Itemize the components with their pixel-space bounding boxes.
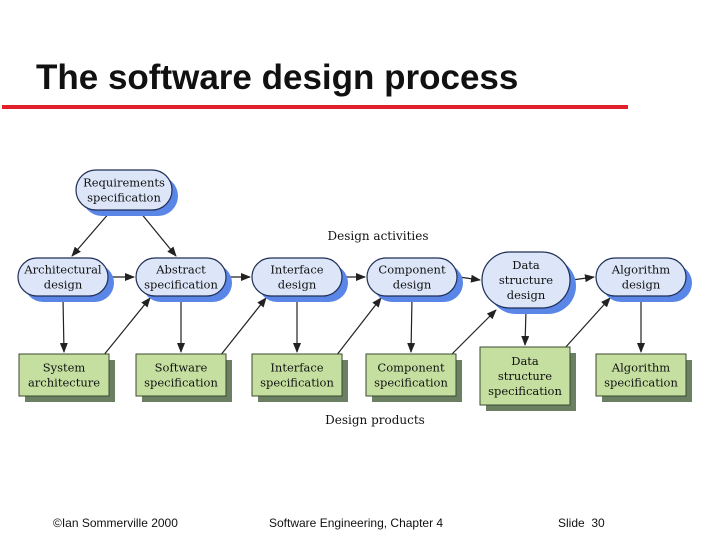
- product-node-label: specification: [488, 384, 562, 398]
- arrow-compd-to-compspec: [407, 297, 416, 353]
- activity-node-label: design: [44, 278, 83, 292]
- product-node-label: Interface: [270, 361, 323, 375]
- product-node-label: specification: [604, 376, 678, 390]
- activity-node-label: specification: [144, 278, 218, 292]
- product-node-label: Component: [377, 361, 445, 375]
- activity-node-label: design: [622, 278, 661, 292]
- product-node-algspec: Algorithmspecification: [595, 353, 692, 402]
- product-node-label: System: [43, 361, 86, 375]
- product-node-label: architecture: [28, 376, 100, 390]
- start-node-label: Requirements: [83, 176, 165, 190]
- start-node-label: specification: [87, 191, 161, 205]
- activity-node-label: Architectural: [23, 263, 102, 277]
- product-node-label: specification: [260, 376, 334, 390]
- start-node-req: Requirementsspecification: [75, 169, 178, 216]
- product-node-label: Software: [155, 361, 208, 375]
- arrow-arch-to-sysarch: [59, 297, 68, 353]
- arrow-req-to-arch: [71, 211, 111, 257]
- design-activities-label: Design activities: [327, 229, 428, 243]
- product-node-intspec: Interfacespecification: [251, 353, 348, 402]
- activity-node-label: Interface: [270, 263, 323, 277]
- arrow-sysarch-to-abs: [102, 297, 151, 357]
- arrow-intspec-to-compd: [335, 297, 382, 357]
- product-node-label: Algorithm: [611, 361, 670, 375]
- activity-node-label: Abstract: [155, 263, 206, 277]
- footer-copyright: ©Ian Sommerville 2000: [53, 516, 178, 530]
- product-node-label: specification: [144, 376, 218, 390]
- activity-node-intd: Interfacedesign: [251, 257, 348, 302]
- activity-node-abs: Abstractspecification: [135, 257, 232, 302]
- product-node-sysarch: Systemarchitecture: [18, 353, 115, 402]
- design-products-label: Design products: [325, 413, 425, 427]
- activity-node-label: Algorithm: [611, 263, 670, 277]
- activity-node-label: Data: [512, 258, 540, 272]
- activity-node-compd: Componentdesign: [366, 257, 463, 302]
- activity-node-datad: Datastructuredesign: [481, 251, 576, 314]
- activity-node-label: design: [507, 288, 546, 302]
- activity-node-arch: Architecturaldesign: [17, 257, 114, 302]
- product-node-dataspec: Datastructurespecification: [479, 346, 576, 411]
- footer-slide-number: 30: [591, 516, 605, 530]
- footer-slide: Slide 30: [558, 516, 605, 530]
- product-node-swspec: Softwarespecification: [135, 353, 232, 402]
- activity-node-label: design: [393, 278, 432, 292]
- activity-node-algd: Algorithmdesign: [595, 257, 692, 302]
- product-node-label: specification: [374, 376, 448, 390]
- activity-node-label: design: [278, 278, 317, 292]
- footer-book: Software Engineering, Chapter 4: [269, 516, 444, 530]
- product-node-compspec: Componentspecification: [365, 353, 462, 402]
- activity-node-label: structure: [499, 273, 553, 287]
- node-layer: RequirementsspecificationArchitecturalde…: [17, 169, 692, 411]
- product-node-label: Data: [511, 354, 539, 368]
- arrow-swspec-to-intd: [219, 297, 267, 357]
- product-node-label: structure: [498, 369, 552, 383]
- arrow-chain-datad-algd: [571, 274, 595, 283]
- activity-node-label: Component: [378, 263, 446, 277]
- arrow-req-to-abs: [139, 211, 177, 257]
- footer-slide-label: Slide: [558, 516, 585, 530]
- arrow-dataspec-to-algd: [563, 297, 611, 350]
- arrow-datad-to-dataspec: [521, 309, 530, 346]
- design-process-diagram: RequirementsspecificationArchitecturalde…: [17, 169, 692, 427]
